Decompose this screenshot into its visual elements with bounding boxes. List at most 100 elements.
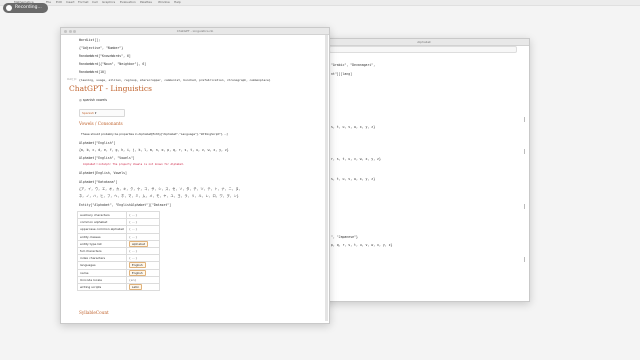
output-line: {a, b, c, d, e, f, g, h, i, j, k, l, m, …: [79, 148, 229, 152]
property-value[interactable]: English: [125, 261, 160, 270]
chat-icon: ◎: [79, 98, 82, 102]
menu-item[interactable]: Palettes: [140, 0, 152, 5]
property-key: Unicode locale: [77, 275, 127, 284]
back-notebook-window[interactable]: Alphabet "Arabic", "Devanagari", nt"]][l…: [318, 38, 530, 302]
window-titlebar[interactable]: ChatGPT - Linguistics.nb: [61, 28, 329, 35]
table-row: languages English: [77, 261, 160, 270]
output-line: ネ, ノ, ハ, ヒ, フ, ヘ, ホ, マ, ミ, ム, メ, モ, ヤ, ユ…: [79, 194, 239, 198]
window-titlebar[interactable]: Alphabet: [319, 39, 529, 46]
property-key: full characters: [77, 246, 127, 256]
property-value-text: { ... }: [128, 213, 138, 218]
property-value[interactable]: English: [125, 268, 160, 277]
property-value-text: alphabet: [128, 240, 149, 247]
cell-bracket[interactable]: [522, 204, 525, 209]
property-value-text: Latin: [128, 283, 143, 290]
property-value[interactable]: { ... }: [125, 232, 160, 241]
property-key: writing scripts: [77, 282, 127, 292]
menu-item[interactable]: Insert: [66, 0, 75, 5]
word-output: {lawning, usage, ellilen, regroup, share…: [79, 78, 271, 82]
message-line: Alphabet::notalph: The property Vowels i…: [83, 163, 185, 166]
language-dropdown[interactable]: Spanish ▾: [79, 109, 125, 117]
property-value[interactable]: { ... }: [125, 210, 160, 220]
cell-bracket[interactable]: [522, 117, 525, 122]
code-line: RandomWord[10]: [79, 70, 106, 74]
property-key: index characters: [77, 254, 127, 263]
property-value[interactable]: { ... }: [125, 225, 160, 234]
menu-item[interactable]: Graphics: [102, 0, 115, 5]
table-row: entity type list alphabet: [77, 239, 160, 248]
menu-item[interactable]: Help: [174, 0, 181, 5]
property-key: entity type list: [77, 239, 127, 248]
table-row: full characters{ ... }: [77, 246, 160, 256]
table-row: index characters{ ... }: [77, 254, 160, 263]
window-controls[interactable]: [64, 29, 76, 33]
subsection-heading: Vowels / Consonants: [79, 121, 123, 126]
window-title: Alphabet: [417, 40, 431, 44]
cell-bracket[interactable]: [522, 149, 525, 154]
property-key: name: [77, 268, 127, 277]
output-line: p, q, r, s, t, u, v, w, x, y, z}: [331, 243, 393, 247]
property-value[interactable]: {en}: [125, 275, 160, 284]
table-row: auxiliary characters{ ... }: [77, 210, 160, 220]
table-row: entity classes{ ... }: [77, 232, 160, 241]
scrollbar[interactable]: [325, 35, 328, 321]
toolbar-field[interactable]: [329, 46, 517, 53]
chevron-down-icon: ▾: [94, 111, 97, 115]
record-icon: [6, 5, 12, 11]
property-value[interactable]: Latin: [125, 282, 160, 292]
property-value[interactable]: alphabet: [125, 239, 160, 248]
output-line: s, t, u, v, w, x, y, z}: [331, 177, 376, 181]
property-key: languages: [77, 261, 127, 270]
code-line: "Arabic", "Devanagari",: [331, 63, 376, 67]
property-value-text: { ... }: [128, 249, 138, 254]
section-heading: ChatGPT - Linguistics: [69, 84, 152, 93]
input-line: Alphabet["English"]: [79, 141, 116, 145]
note-text: These should probably be properties in A…: [81, 132, 228, 136]
output-line: s, t, u, v, w, x, y, z}: [331, 125, 376, 129]
input-line: Alphabet[English, Vowels]: [79, 171, 127, 175]
property-value-text: { ... }: [128, 256, 138, 261]
code-line: nt"]][lang]: [331, 72, 353, 76]
property-value-text: English: [128, 269, 146, 276]
property-value[interactable]: { ... }: [125, 246, 160, 256]
property-value[interactable]: { ... }: [125, 218, 160, 227]
code-line: RandomWord["KnownWords", 6]: [79, 54, 131, 58]
table-row: uppercase common alphabet{ ... }: [77, 225, 160, 234]
front-notebook-window[interactable]: ChatGPT - Linguistics.nb WordList[]; {"A…: [60, 27, 330, 324]
property-value[interactable]: { ... }: [125, 254, 160, 263]
cell-bracket[interactable]: [522, 257, 525, 262]
out-label: Out[ ]=: [67, 78, 77, 81]
menu-bar: Mathematica File Edit Insert Format Cell…: [0, 0, 640, 6]
property-key: entity classes: [77, 232, 127, 241]
property-key: common alphabet: [77, 218, 127, 227]
property-value-text: {en}: [128, 277, 137, 282]
recording-label: Recording...: [15, 5, 42, 10]
property-value-text: { ... }: [128, 227, 138, 232]
property-value-text: English: [128, 262, 146, 269]
input-line: Entity["Alphabet", "EnglishAlphabet"]["D…: [79, 203, 172, 207]
menu-item[interactable]: Format: [78, 0, 89, 5]
menu-item[interactable]: Cell: [92, 0, 98, 5]
property-value-text: { ... }: [128, 234, 138, 239]
input-line: Alphabet["Katakana"]: [79, 180, 118, 184]
table-row: name English: [77, 268, 160, 277]
input-line: Alphabet["English", "Vowels"]: [79, 156, 135, 160]
output-line: ", "Japanese"}: [331, 235, 358, 239]
menu-item[interactable]: Window: [158, 0, 170, 5]
table-row: Unicode locale {en}: [77, 275, 160, 284]
output-line: r, s, t, u, v, w, x, y, z}: [331, 157, 381, 161]
code-line: {"Adjective", "Number"}: [79, 46, 124, 50]
menu-item[interactable]: Edit: [56, 0, 62, 5]
code-line: RandomWord[{"Noun", "Neighbor"}, 6]: [79, 62, 147, 66]
table-row: writing scripts Latin: [77, 282, 160, 292]
property-value-text: { ... }: [128, 220, 138, 225]
menu-item[interactable]: Evaluation: [120, 0, 136, 5]
subsection-heading: SyllableCount: [79, 310, 109, 315]
property-key: uppercase common alphabet: [77, 225, 127, 234]
entity-dataset-table: auxiliary characters{ ... } common alphab…: [77, 210, 160, 292]
search-query: ◎ spanish vowels: [79, 98, 108, 102]
property-key: auxiliary characters: [77, 210, 127, 220]
code-line: WordList[];: [79, 38, 101, 42]
recording-indicator[interactable]: Recording...: [3, 3, 48, 13]
table-row: common alphabet{ ... }: [77, 218, 160, 227]
